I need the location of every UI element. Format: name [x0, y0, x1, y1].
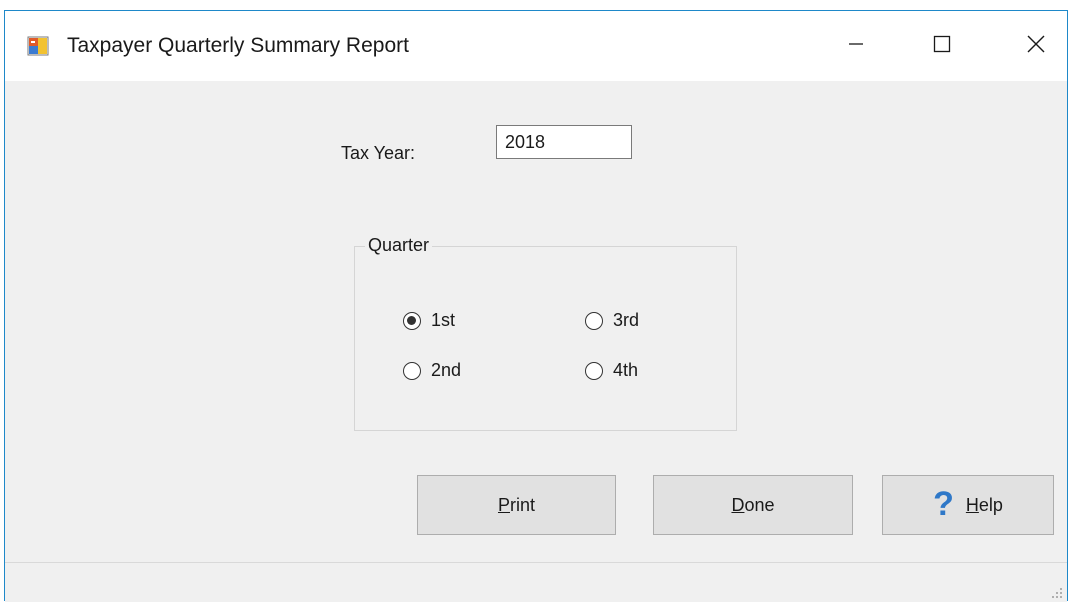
quarter-legend: Quarter — [365, 235, 433, 256]
window-title: Taxpayer Quarterly Summary Report — [67, 34, 409, 57]
radio-quarter-3rd[interactable]: 3rd — [585, 310, 639, 331]
radio-label: 3rd — [613, 310, 640, 330]
title-bar[interactable]: Taxpayer Quarterly Summary Report — [5, 11, 1067, 81]
close-icon — [1027, 35, 1045, 58]
tax-year-input[interactable] — [496, 125, 632, 159]
radio-unchecked-icon[interactable] — [403, 361, 421, 380]
radio-checked-icon[interactable] — [403, 311, 421, 330]
radio-label: 1st — [431, 310, 456, 330]
app-icon — [27, 35, 49, 57]
tax-year-label: Tax Year: — [341, 143, 416, 163]
report-window: Taxpayer Quarterly Summary Report Tax Ye… — [4, 10, 1068, 602]
help-question-icon: ? — [933, 485, 954, 523]
print-button[interactable]: Print — [417, 475, 616, 535]
help-button-label: Help — [965, 494, 1003, 515]
status-bar — [5, 562, 1067, 602]
minimize-button[interactable] — [824, 11, 888, 81]
minimize-icon — [848, 36, 864, 57]
radio-unchecked-icon[interactable] — [585, 361, 603, 380]
radio-label: 4th — [613, 360, 639, 380]
print-button-label: Print — [497, 494, 536, 515]
done-button-label: Done — [731, 494, 775, 515]
radio-quarter-4th[interactable]: 4th — [585, 360, 638, 381]
quarter-groupbox: Quarter 1st 3rd 2nd 4th — [354, 235, 737, 431]
maximize-icon — [933, 35, 951, 58]
maximize-button[interactable] — [910, 11, 974, 81]
resize-grip-icon[interactable] — [1051, 586, 1063, 598]
radio-unchecked-icon[interactable] — [585, 311, 603, 330]
close-button[interactable] — [1004, 11, 1068, 81]
help-button[interactable]: ? Help — [882, 475, 1054, 535]
radio-label: 2nd — [431, 360, 462, 380]
radio-quarter-2nd[interactable]: 2nd — [403, 360, 461, 381]
radio-quarter-1st[interactable]: 1st — [403, 310, 455, 331]
done-button[interactable]: Done — [653, 475, 853, 535]
